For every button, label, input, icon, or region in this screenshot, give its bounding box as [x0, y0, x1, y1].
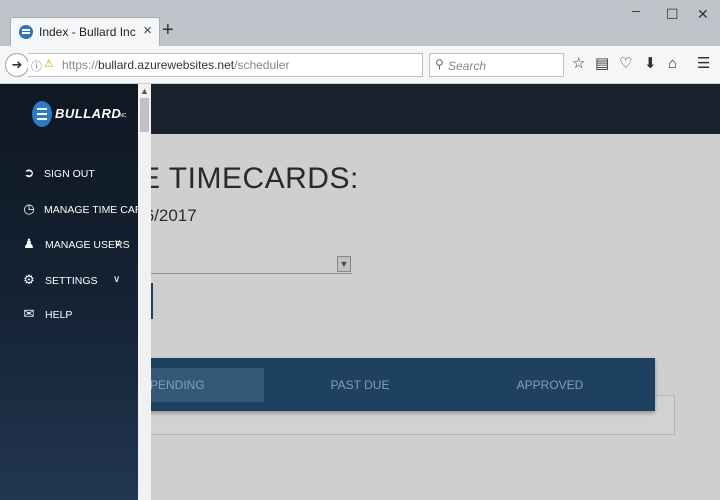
- sidebar-item-settings[interactable]: ⚙ SETTINGS ∨: [0, 267, 138, 295]
- tab-approved[interactable]: APPROVED: [470, 368, 630, 402]
- home-icon[interactable]: ⌂: [668, 56, 677, 72]
- sidebar-item-label: SIGN OUT: [44, 168, 95, 180]
- clock-icon: ◷: [23, 201, 35, 216]
- reading-list-icon[interactable]: ▤: [595, 56, 609, 72]
- sidebar-item-label: MANAGE TIME CARD: [44, 204, 150, 216]
- chevron-down-icon: ∨: [114, 238, 122, 249]
- tab-approved-label: APPROVED: [516, 378, 584, 392]
- browser-tab-strip: Index - Bullard Inc × + – ☐ ✕: [0, 0, 720, 46]
- cogs-icon: ⚙: [23, 272, 35, 287]
- url-host: bullard.azurewebsites.net: [98, 58, 235, 72]
- tab-past-due[interactable]: PAST DUE: [280, 368, 440, 402]
- pocket-icon[interactable]: ♡: [619, 56, 632, 72]
- sidebar-item-manage-users[interactable]: ♟ MANAGE USERS ∨: [0, 231, 138, 259]
- page-title: E TIMECARDS:: [140, 162, 359, 195]
- chevron-down-icon[interactable]: ▼: [337, 256, 351, 272]
- sidebar: BULLARD INC ➲ SIGN OUT ◷ MANAGE TIME CAR…: [0, 84, 150, 500]
- chevron-down-icon: ∨: [113, 274, 121, 285]
- download-icon[interactable]: ⬇: [644, 56, 657, 72]
- sidebar-item-manage-time-card[interactable]: ◷ MANAGE TIME CARD: [0, 196, 150, 224]
- status-tabs: PENDING PAST DUE APPROVED: [140, 358, 655, 411]
- site-favicon-icon: [19, 25, 33, 39]
- sidebar-item-label: HELP: [45, 309, 73, 321]
- sign-out-icon: ➲: [23, 165, 35, 180]
- window-minimize-button[interactable]: –: [632, 2, 640, 18]
- sidebar-scrollbar[interactable]: ▲: [138, 84, 151, 500]
- window-close-button[interactable]: ✕: [697, 6, 709, 23]
- insecure-lock-icon[interactable]: ⚠: [44, 57, 54, 70]
- url-scheme: https://: [62, 58, 99, 72]
- back-arrow-icon: ➜: [11, 57, 23, 72]
- window-maximize-button[interactable]: ☐: [666, 6, 679, 23]
- tab-pending[interactable]: PENDING: [140, 368, 264, 402]
- logo-text: BULLARD: [55, 106, 122, 121]
- back-button[interactable]: ➜: [5, 53, 29, 77]
- sidebar-item-label: SETTINGS: [45, 275, 98, 287]
- sidebar-item-help[interactable]: ✉ HELP: [0, 301, 138, 329]
- url-text[interactable]: https://bullard.azurewebsites.net/schedu…: [62, 58, 289, 72]
- tab-pending-label: PENDING: [150, 378, 205, 392]
- scrollbar-thumb[interactable]: [140, 98, 149, 132]
- menu-icon[interactable]: ☰: [697, 56, 710, 72]
- tab-close-icon[interactable]: ×: [143, 22, 152, 39]
- search-input[interactable]: ⚲ Search: [429, 53, 564, 77]
- info-icon[interactable]: ⓘ: [31, 58, 42, 74]
- users-icon: ♟: [23, 236, 35, 251]
- bullard-logo-icon: [32, 101, 52, 127]
- star-icon[interactable]: ☆: [572, 56, 585, 72]
- tab-title: Index - Bullard Inc: [39, 25, 136, 39]
- employee-select[interactable]: ▼: [140, 256, 352, 274]
- scroll-up-icon[interactable]: ▲: [140, 86, 149, 96]
- logo-suffix: INC: [118, 113, 127, 119]
- address-bar[interactable]: ⓘ ⚠ https://bullard.azurewebsites.net/sc…: [28, 53, 441, 77]
- browser-navigation-bar: ➜ ⓘ ⚠ https://bullard.azurewebsites.net/…: [0, 46, 720, 84]
- sidebar-item-sign-out[interactable]: ➲ SIGN OUT: [0, 160, 138, 188]
- browser-tab[interactable]: Index - Bullard Inc ×: [10, 17, 160, 46]
- search-icon: ⚲: [435, 57, 444, 71]
- envelope-icon: ✉: [23, 306, 35, 321]
- url-path: /scheduler: [234, 58, 290, 72]
- tab-past-due-label: PAST DUE: [330, 378, 390, 392]
- search-placeholder: Search: [448, 59, 487, 73]
- new-tab-button[interactable]: +: [162, 20, 174, 40]
